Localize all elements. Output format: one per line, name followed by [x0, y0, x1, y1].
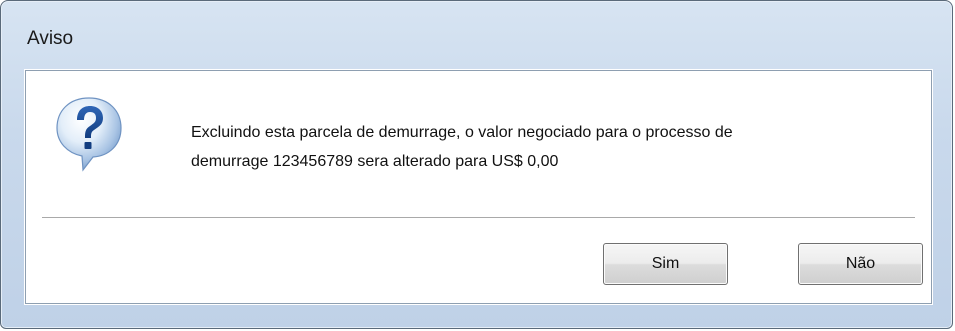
dialog-content: Excluindo esta parcela de demurrage, o v… — [25, 70, 932, 304]
window-title: Aviso — [27, 28, 74, 49]
message-line-1: Excluindo esta parcela de demurrage, o v… — [191, 124, 733, 141]
title-bar[interactable]: Aviso — [1, 1, 952, 48]
question-mark-icon — [53, 94, 125, 174]
dialog-message: Excluindo esta parcela de demurrage, o v… — [191, 118, 921, 176]
message-line-2: demurrage 123456789 sera alterado para U… — [191, 153, 559, 170]
divider — [42, 217, 915, 219]
yes-button[interactable]: Sim — [603, 243, 728, 285]
dialog-window: Aviso Excluindo esta parcela de demurrag… — [0, 0, 953, 329]
no-button[interactable]: Não — [798, 243, 923, 285]
